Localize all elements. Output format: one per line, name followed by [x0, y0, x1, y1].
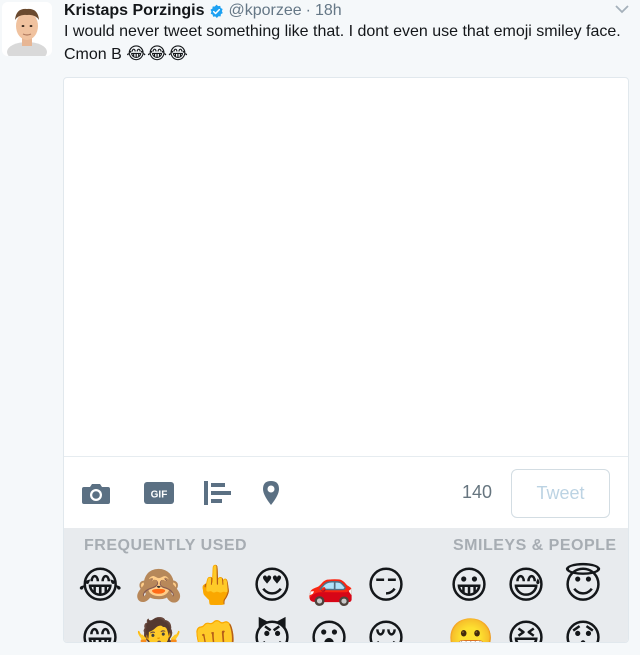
avatar-portrait-icon [2, 2, 52, 56]
emoji-open-mouth[interactable]: 😮 [307, 616, 351, 642]
gif-badge-text: GIF [151, 490, 168, 501]
verified-badge-icon [209, 4, 224, 19]
tweet-header: Kristaps Porzingis @kporzee · 18h [64, 0, 342, 22]
emoji-grinning[interactable]: 😀 [447, 563, 491, 607]
camera-icon[interactable] [81, 481, 111, 505]
section-smileys-people[interactable]: SMILEYS & PEOPLE [453, 537, 617, 555]
emoji-innocent[interactable]: 😇 [561, 563, 605, 607]
poll-icon[interactable] [204, 481, 232, 505]
compose-text-area[interactable] [64, 78, 628, 457]
emoji-smiling-imp[interactable]: 😈 [250, 616, 294, 642]
emoji-sweat-smile[interactable]: 😅 [504, 563, 548, 607]
author-avatar[interactable] [2, 2, 52, 56]
character-counter: 140 [462, 482, 493, 502]
emoji-red-car[interactable]: 🚗 [307, 563, 354, 607]
emoji-fist[interactable]: 👊 [192, 616, 239, 642]
emoji-picker: FREQUENTLY USED SMILEYS & PEOPLE 😂 🙈 🖕 😍… [64, 528, 628, 642]
author-handle[interactable]: @kporzee [228, 2, 301, 20]
emoji-laughing[interactable]: 😆 [504, 616, 548, 642]
emoji-grimacing[interactable]: 😬 [447, 616, 494, 642]
tweet-menu-chevron-down-icon[interactable] [614, 3, 630, 15]
emoji-shrug[interactable]: 🤷 [135, 616, 182, 642]
emoji-joy[interactable]: 😂 [78, 563, 122, 607]
location-pin-icon[interactable] [262, 480, 280, 506]
tweet-text-line1: I would never tweet something like that.… [64, 23, 621, 40]
emoji-middle-finger[interactable]: 🖕 [192, 563, 239, 607]
emoji-relieved[interactable]: 😌 [364, 616, 408, 642]
gif-icon[interactable]: GIF [144, 482, 174, 504]
header-separator: · [305, 2, 311, 19]
reply-composer: GIF 140 Tweet FREQUENTLY USED SMILEYS & … [63, 77, 629, 643]
tweet-button[interactable]: Tweet [511, 469, 610, 518]
tweet-emojis: 😂😂😂 [126, 44, 189, 63]
emoji-see-no-evil-monkey[interactable]: 🙈 [135, 563, 182, 607]
emoji-heart-eyes[interactable]: 😍 [250, 563, 294, 607]
emoji-smirk[interactable]: 😏 [364, 563, 408, 607]
emoji-hushed[interactable]: 😯 [561, 616, 605, 642]
tweet-timestamp[interactable]: 18h [315, 2, 342, 20]
tweet-text-line2-row: Cmon B 😂😂😂 [64, 43, 634, 66]
section-frequently-used[interactable]: FREQUENTLY USED [84, 537, 247, 555]
tweet-text-line2: Cmon B [64, 46, 122, 63]
emoji-grin[interactable]: 😁 [78, 616, 122, 642]
tweet-text: I would never tweet something like that.… [64, 21, 634, 66]
author-name[interactable]: Kristaps Porzingis [64, 2, 204, 20]
